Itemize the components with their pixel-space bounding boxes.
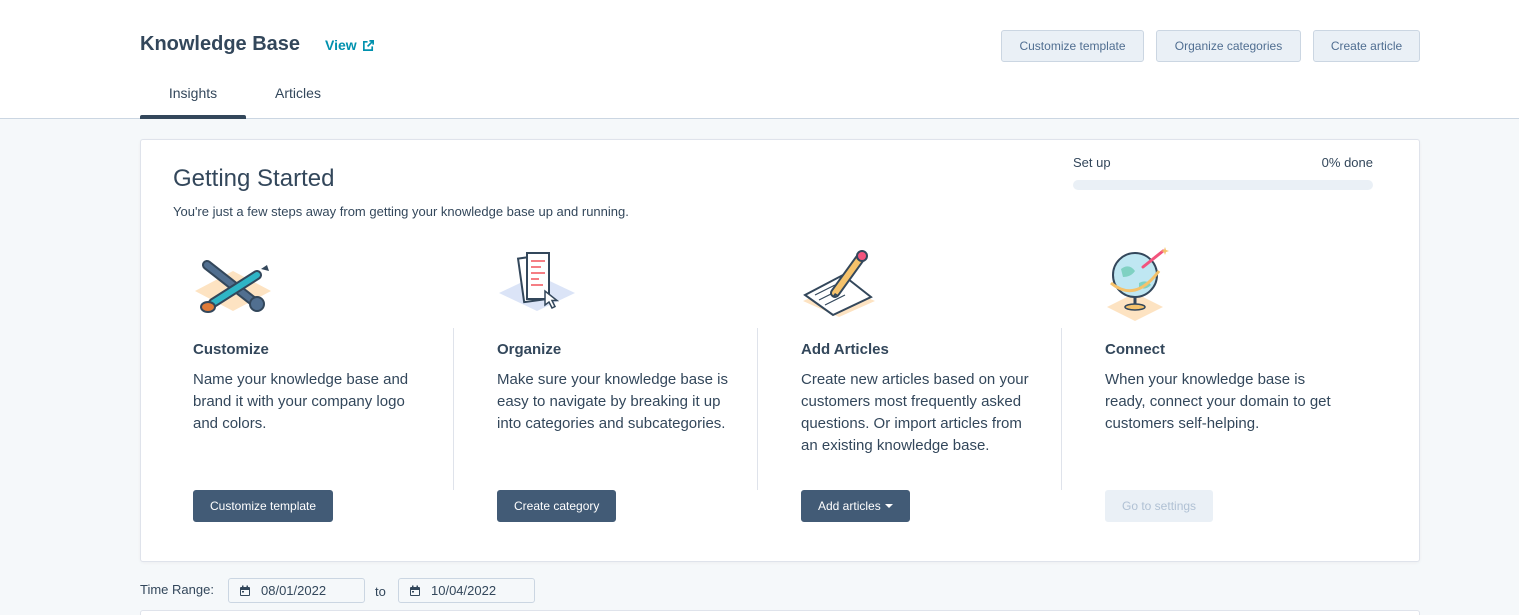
external-link-icon (362, 39, 374, 51)
view-link-label: View (325, 37, 357, 53)
organize-categories-button[interactable]: Organize categories (1156, 30, 1301, 62)
step-connect-description: When your knowledge base is ready, conne… (1105, 371, 1331, 432)
create-category-label: Create category (514, 499, 600, 513)
setup-progress-text: 0% done (1321, 155, 1373, 170)
tab-articles-label: Articles (275, 85, 321, 101)
start-date-value: 08/01/2022 (261, 583, 327, 598)
getting-started-title: Getting Started (173, 165, 335, 192)
step-add-articles-title: Add Articles (801, 341, 889, 358)
step-connect-title: Connect (1105, 341, 1165, 358)
go-to-settings-label: Go to settings (1122, 499, 1197, 513)
step-organize: Organize Make sure your knowledge base i… (497, 245, 747, 525)
start-date-input[interactable]: 08/01/2022 (228, 578, 365, 603)
step-divider (757, 328, 758, 490)
tab-insights[interactable]: Insights (140, 85, 246, 119)
customize-template-button[interactable]: Customize template (1001, 30, 1144, 62)
time-range-label: Time Range: (140, 582, 214, 597)
step-add-articles-description: Create new articles based on your custom… (801, 371, 1029, 454)
customize-template-step-label: Customize template (210, 499, 317, 513)
step-add-articles: Add Articles Create new articles based o… (801, 245, 1051, 525)
tab-insights-label: Insights (168, 85, 218, 101)
create-article-button[interactable]: Create article (1313, 30, 1420, 62)
tab-articles[interactable]: Articles (262, 85, 334, 119)
step-connect: Connect When your knowledge base is read… (1105, 245, 1355, 525)
getting-started-card: Getting Started You're just a few steps … (140, 139, 1420, 562)
setup-label: Set up (1073, 155, 1111, 170)
pencil-paper-icon (803, 250, 875, 317)
wrench-brush-icon (195, 260, 271, 313)
calendar-icon (240, 585, 250, 596)
step-divider (453, 328, 454, 490)
calendar-icon (410, 585, 420, 596)
step-divider (1061, 328, 1062, 490)
add-articles-dropdown-button[interactable]: Add articles (801, 490, 910, 522)
step-customize: Customize Name your knowledge base and b… (193, 245, 443, 525)
getting-started-subtitle: You're just a few steps away from gettin… (173, 204, 629, 219)
insights-card (140, 610, 1420, 615)
create-category-button[interactable]: Create category (497, 490, 617, 522)
setup-progress-bar (1073, 180, 1373, 190)
step-organize-title: Organize (497, 341, 562, 358)
add-articles-label: Add articles (818, 499, 881, 513)
page-title: Knowledge Base (140, 33, 301, 55)
go-to-settings-button[interactable]: Go to settings (1105, 490, 1214, 522)
step-customize-description: Name your knowledge base and brand it wi… (193, 371, 409, 432)
view-link[interactable]: View (325, 37, 375, 53)
time-range-to-label: to (375, 584, 386, 599)
end-date-input[interactable]: 10/04/2022 (398, 578, 535, 603)
end-date-value: 10/04/2022 (431, 583, 497, 598)
documents-cursor-icon (499, 252, 575, 311)
page-header: Knowledge Base View Customize template O… (0, 0, 1519, 119)
globe-icon (1107, 247, 1169, 321)
caret-down-icon (884, 504, 893, 508)
step-organize-description: Make sure your knowledge base is easy to… (497, 371, 728, 432)
step-customize-title: Customize (193, 341, 269, 358)
customize-template-step-button[interactable]: Customize template (193, 490, 334, 522)
